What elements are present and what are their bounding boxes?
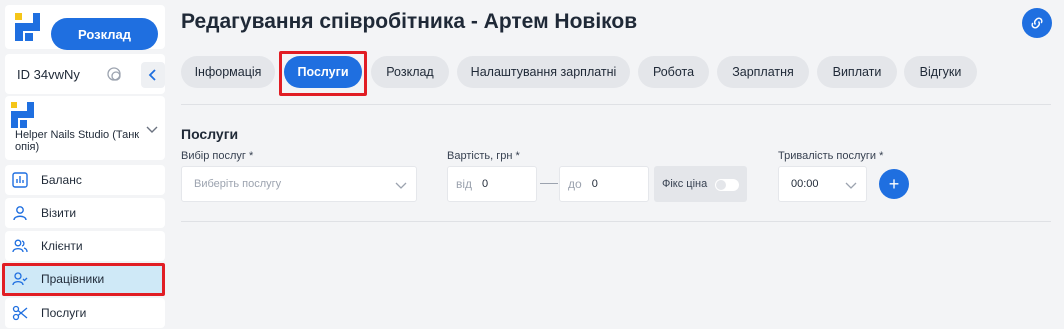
duration-value: 00:00 (791, 178, 819, 190)
price-from-input[interactable]: від 0 (447, 166, 537, 202)
tab-salary[interactable]: Зарплатня (717, 56, 809, 88)
user-check-icon (11, 270, 29, 288)
duration-label-text: Тривалість послуги (778, 150, 877, 162)
tab-salary-settings[interactable]: Налаштування зарплатні (457, 56, 630, 88)
sidebar-item-clients[interactable]: Клієнти (5, 231, 165, 261)
sidebar-item-label: Візити (41, 206, 77, 220)
chevron-down-icon (395, 182, 407, 189)
people-icon (11, 237, 29, 255)
tab-services[interactable]: Послуги (284, 56, 362, 88)
chart-icon (11, 171, 29, 189)
chevron-left-icon (148, 69, 156, 81)
collapse-sidebar-button[interactable] (141, 62, 165, 88)
fixed-price-toggle-box: Фікс ціна (654, 166, 747, 202)
sidebar-item-services[interactable]: Послуги (5, 298, 165, 328)
copy-icon[interactable] (106, 66, 122, 82)
services-section-title: Послуги (181, 126, 239, 142)
studio-logo-icon (11, 102, 34, 128)
studio-selector[interactable]: Helper Nails Studio (Танк опія) (5, 96, 165, 160)
sidebar-item-label: Послуги (41, 306, 87, 320)
price-label: Вартість, грн * (447, 150, 520, 162)
required-mark: * (879, 150, 884, 162)
tab-information[interactable]: Інформація (181, 56, 275, 88)
sidebar: Розклад ID 34vwNy Helper Nails Studio (Т… (0, 0, 165, 329)
link-button[interactable] (1022, 8, 1052, 38)
page-title: Редагування співробітника - Артем Новіко… (181, 10, 638, 33)
sidebar-item-balance[interactable]: Баланс (5, 165, 165, 195)
service-select-label: Вибір послуг * (181, 150, 253, 162)
service-select-placeholder: Виберіть послугу (194, 178, 282, 190)
person-icon (11, 204, 29, 222)
service-select-label-text: Вибір послуг (181, 150, 246, 162)
required-mark: * (248, 150, 254, 162)
link-icon (1031, 17, 1043, 29)
duration-select[interactable]: 00:00 (778, 166, 867, 202)
sidebar-header: Розклад (5, 5, 165, 50)
chevron-down-icon (146, 126, 158, 133)
studio-name: Helper Nails Studio (Танк опія) (15, 129, 140, 153)
sidebar-item-employees[interactable]: Працівники (5, 264, 165, 294)
schedule-button[interactable]: Розклад (51, 18, 158, 50)
fixed-price-label: Фікс ціна (662, 178, 708, 190)
main-content: Редагування співробітника - Артем Новіко… (165, 0, 1064, 329)
add-service-button[interactable]: + (879, 169, 909, 199)
tab-reviews[interactable]: Відгуки (904, 56, 977, 88)
sidebar-item-visits[interactable]: Візити (5, 198, 165, 228)
sidebar-item-label: Працівники (41, 272, 105, 286)
required-mark: * (515, 150, 520, 162)
form-divider (181, 221, 1051, 222)
tab-payouts[interactable]: Виплати (817, 56, 897, 88)
account-id: ID 34vwNy (17, 67, 80, 82)
logo-icon (15, 13, 40, 41)
chevron-down-icon (845, 182, 857, 189)
tab-work[interactable]: Робота (638, 56, 709, 88)
tab-schedule[interactable]: Розклад (371, 56, 449, 88)
price-from-value: 0 (482, 178, 489, 190)
scissors-icon (11, 304, 29, 322)
price-to-prefix: до (568, 177, 582, 191)
sidebar-item-label: Баланс (41, 173, 82, 187)
price-to-value: 0 (591, 178, 598, 190)
tabs-divider (181, 104, 1051, 105)
price-from-prefix: від (456, 177, 473, 191)
service-select[interactable]: Виберіть послугу (181, 166, 417, 202)
account-id-row: ID 34vwNy (5, 54, 165, 94)
fixed-price-toggle[interactable] (715, 179, 739, 191)
price-to-input[interactable]: до 0 (559, 166, 649, 202)
sidebar-item-label: Клієнти (41, 239, 83, 253)
price-label-text: Вартість, грн (447, 150, 513, 162)
duration-label: Тривалість послуги * (778, 150, 883, 162)
price-range-dash (540, 183, 558, 184)
